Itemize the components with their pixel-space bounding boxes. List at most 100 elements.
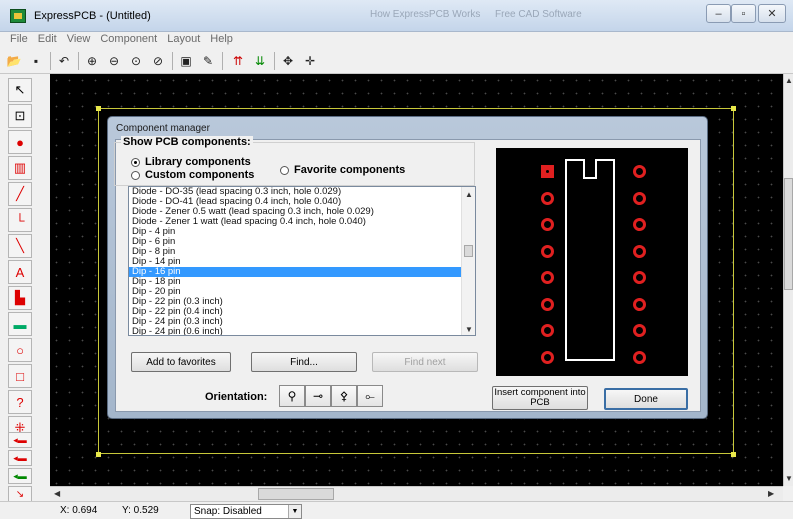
pad-icon <box>633 218 646 231</box>
radio-label: Custom components <box>145 169 255 181</box>
toolbar-separator <box>78 52 79 70</box>
snap-value: Snap: Disabled <box>194 506 262 517</box>
component-icon[interactable]: ⊡ <box>8 104 32 128</box>
list-scroll-thumb[interactable] <box>464 245 473 257</box>
zoom-window-icon[interactable]: ⊙ <box>126 51 146 71</box>
app-icon <box>10 9 26 23</box>
radio-label: Favorite components <box>294 164 406 176</box>
query-icon[interactable]: ? <box>8 390 32 414</box>
list-item[interactable]: Diode - Zener 1 watt (lead spacing 0.4 i… <box>129 217 475 227</box>
background-tab-title: Free CAD Software <box>495 9 582 20</box>
scroll-up-icon[interactable]: ▲ <box>465 190 473 199</box>
properties-icon[interactable]: ▣ <box>176 51 196 71</box>
radio-unselected-icon <box>131 170 140 180</box>
board-corner[interactable] <box>731 452 736 457</box>
minimize-button[interactable]: – <box>706 4 731 23</box>
layer-3-icon[interactable]: ◂▬ <box>8 468 32 484</box>
menu-component[interactable]: Component <box>96 32 163 48</box>
snap-select[interactable]: Snap: Disabled ▼ <box>190 504 302 519</box>
trace-icon[interactable]: ╱ <box>8 182 32 206</box>
fill-icon[interactable]: ▙ <box>8 286 32 310</box>
orientation-up-icon[interactable]: ⚲ <box>279 385 305 407</box>
power-icon[interactable]: ↘ <box>8 486 32 502</box>
toolbar-separator <box>50 52 51 70</box>
pointer-icon[interactable]: ↖ <box>8 78 32 102</box>
menu-layout[interactable]: Layout <box>163 32 206 48</box>
orientation-down-icon[interactable]: ⚴ <box>331 385 357 407</box>
component-list[interactable]: Diode - DO-35 (lead spacing 0.3 inch, ho… <box>128 186 476 336</box>
list-item[interactable]: Dip - 24 pin (0.6 inch) <box>129 327 475 336</box>
done-button[interactable]: Done <box>604 388 688 410</box>
list-item[interactable]: Dip - 8 pin <box>129 247 475 257</box>
ground-plane-icon[interactable]: ▬ <box>8 312 32 336</box>
vertical-scroll-thumb[interactable] <box>784 178 793 290</box>
dip-outline <box>565 159 615 361</box>
status-bar: X: 0.694 Y: 0.529 Snap: Disabled ▼ <box>0 501 793 519</box>
board-corner[interactable] <box>96 452 101 457</box>
x-coordinate: X: 0.694 <box>60 505 98 516</box>
layer-1-icon[interactable]: ◂▬ <box>8 432 32 448</box>
menu-edit[interactable]: Edit <box>34 32 63 48</box>
zoom-out-icon[interactable]: ⊖ <box>104 51 124 71</box>
undo-icon[interactable]: ↶ <box>54 51 74 71</box>
layer-bottom-icon[interactable]: ⇊ <box>250 51 270 71</box>
board-corner[interactable] <box>731 106 736 111</box>
save-icon[interactable]: ▪ <box>26 51 46 71</box>
chevron-down-icon[interactable]: ▼ <box>288 505 301 518</box>
pan-icon[interactable]: ✥ <box>278 51 298 71</box>
vertical-scrollbar[interactable]: ▲ ▼ <box>783 74 793 486</box>
list-item[interactable]: Dip - 18 pin <box>129 277 475 287</box>
radio-custom-components[interactable]: Custom components <box>131 169 254 181</box>
dip-icon[interactable]: ▥ <box>8 156 32 180</box>
radio-label: Library components <box>145 156 251 168</box>
menu-bar: File Edit View Component Layout Help <box>0 32 793 48</box>
orientation-left-icon[interactable]: ⊸ <box>305 385 331 407</box>
find-next-button[interactable]: Find next <box>372 352 478 372</box>
erase-icon[interactable]: ✎ <box>198 51 218 71</box>
radio-library-components[interactable]: Library components <box>131 156 251 168</box>
layer-2-icon[interactable]: ◂▬ <box>8 450 32 466</box>
scroll-left-icon[interactable]: ◀ <box>54 489 60 498</box>
rectangle-icon[interactable]: □ <box>8 364 32 388</box>
maximize-button[interactable]: ▫ <box>731 4 756 23</box>
text-icon[interactable]: A <box>8 260 32 284</box>
zoom-in-icon[interactable]: ⊕ <box>82 51 102 71</box>
orientation-label: Orientation: <box>205 391 268 403</box>
open-icon[interactable]: 📂 <box>4 51 24 71</box>
radio-favorite-components[interactable]: Favorite components <box>280 164 405 176</box>
horizontal-scrollbar[interactable]: ◀ ▶ <box>50 486 783 501</box>
horizontal-scroll-thumb[interactable] <box>258 488 334 500</box>
list-item[interactable]: Dip - 4 pin <box>129 227 475 237</box>
y-coordinate: Y: 0.529 <box>122 505 159 516</box>
list-item[interactable]: Dip - 16 pin <box>129 267 475 277</box>
list-item[interactable]: Dip - 14 pin <box>129 257 475 267</box>
pad-icon <box>541 324 554 337</box>
list-scrollbar[interactable]: ▲ ▼ <box>461 187 475 335</box>
scroll-right-icon[interactable]: ▶ <box>768 489 774 498</box>
window-title: ExpressPCB - (Untitled) <box>34 10 151 22</box>
toolbar-separator <box>172 52 173 70</box>
board-corner[interactable] <box>96 106 101 111</box>
add-to-favorites-button[interactable]: Add to favorites <box>131 352 231 372</box>
scroll-up-icon[interactable]: ▲ <box>785 76 793 85</box>
move-icon[interactable]: ✛ <box>300 51 320 71</box>
diagonal-icon[interactable]: ╲ <box>8 234 32 258</box>
menu-file[interactable]: File <box>6 32 34 48</box>
tool-palette: ↖ ⊡ ● ▥ ╱ └ ╲ A ▙ ▬ ○ □ ? ⁜ ◂▬ ◂▬ ◂▬ ↘ <box>0 74 46 519</box>
pad-icon[interactable]: ● <box>8 130 32 154</box>
find-button[interactable]: Find... <box>251 352 357 372</box>
dialog-title: Component manager <box>116 123 210 134</box>
line-icon[interactable]: └ <box>8 208 32 232</box>
layer-top-icon[interactable]: ⇈ <box>228 51 248 71</box>
list-item[interactable]: Dip - 6 pin <box>129 237 475 247</box>
close-button[interactable]: ✕ <box>758 4 786 23</box>
circle-icon[interactable]: ○ <box>8 338 32 362</box>
scroll-down-icon[interactable]: ▼ <box>785 474 793 483</box>
toolbar-separator <box>222 52 223 70</box>
zoom-fit-icon[interactable]: ⊘ <box>148 51 168 71</box>
scroll-down-icon[interactable]: ▼ <box>465 325 473 334</box>
orientation-right-icon[interactable]: ⟜ <box>357 385 383 407</box>
menu-view[interactable]: View <box>63 32 97 48</box>
insert-component-button[interactable]: Insert component into PCB <box>492 386 588 410</box>
menu-help[interactable]: Help <box>206 32 239 48</box>
